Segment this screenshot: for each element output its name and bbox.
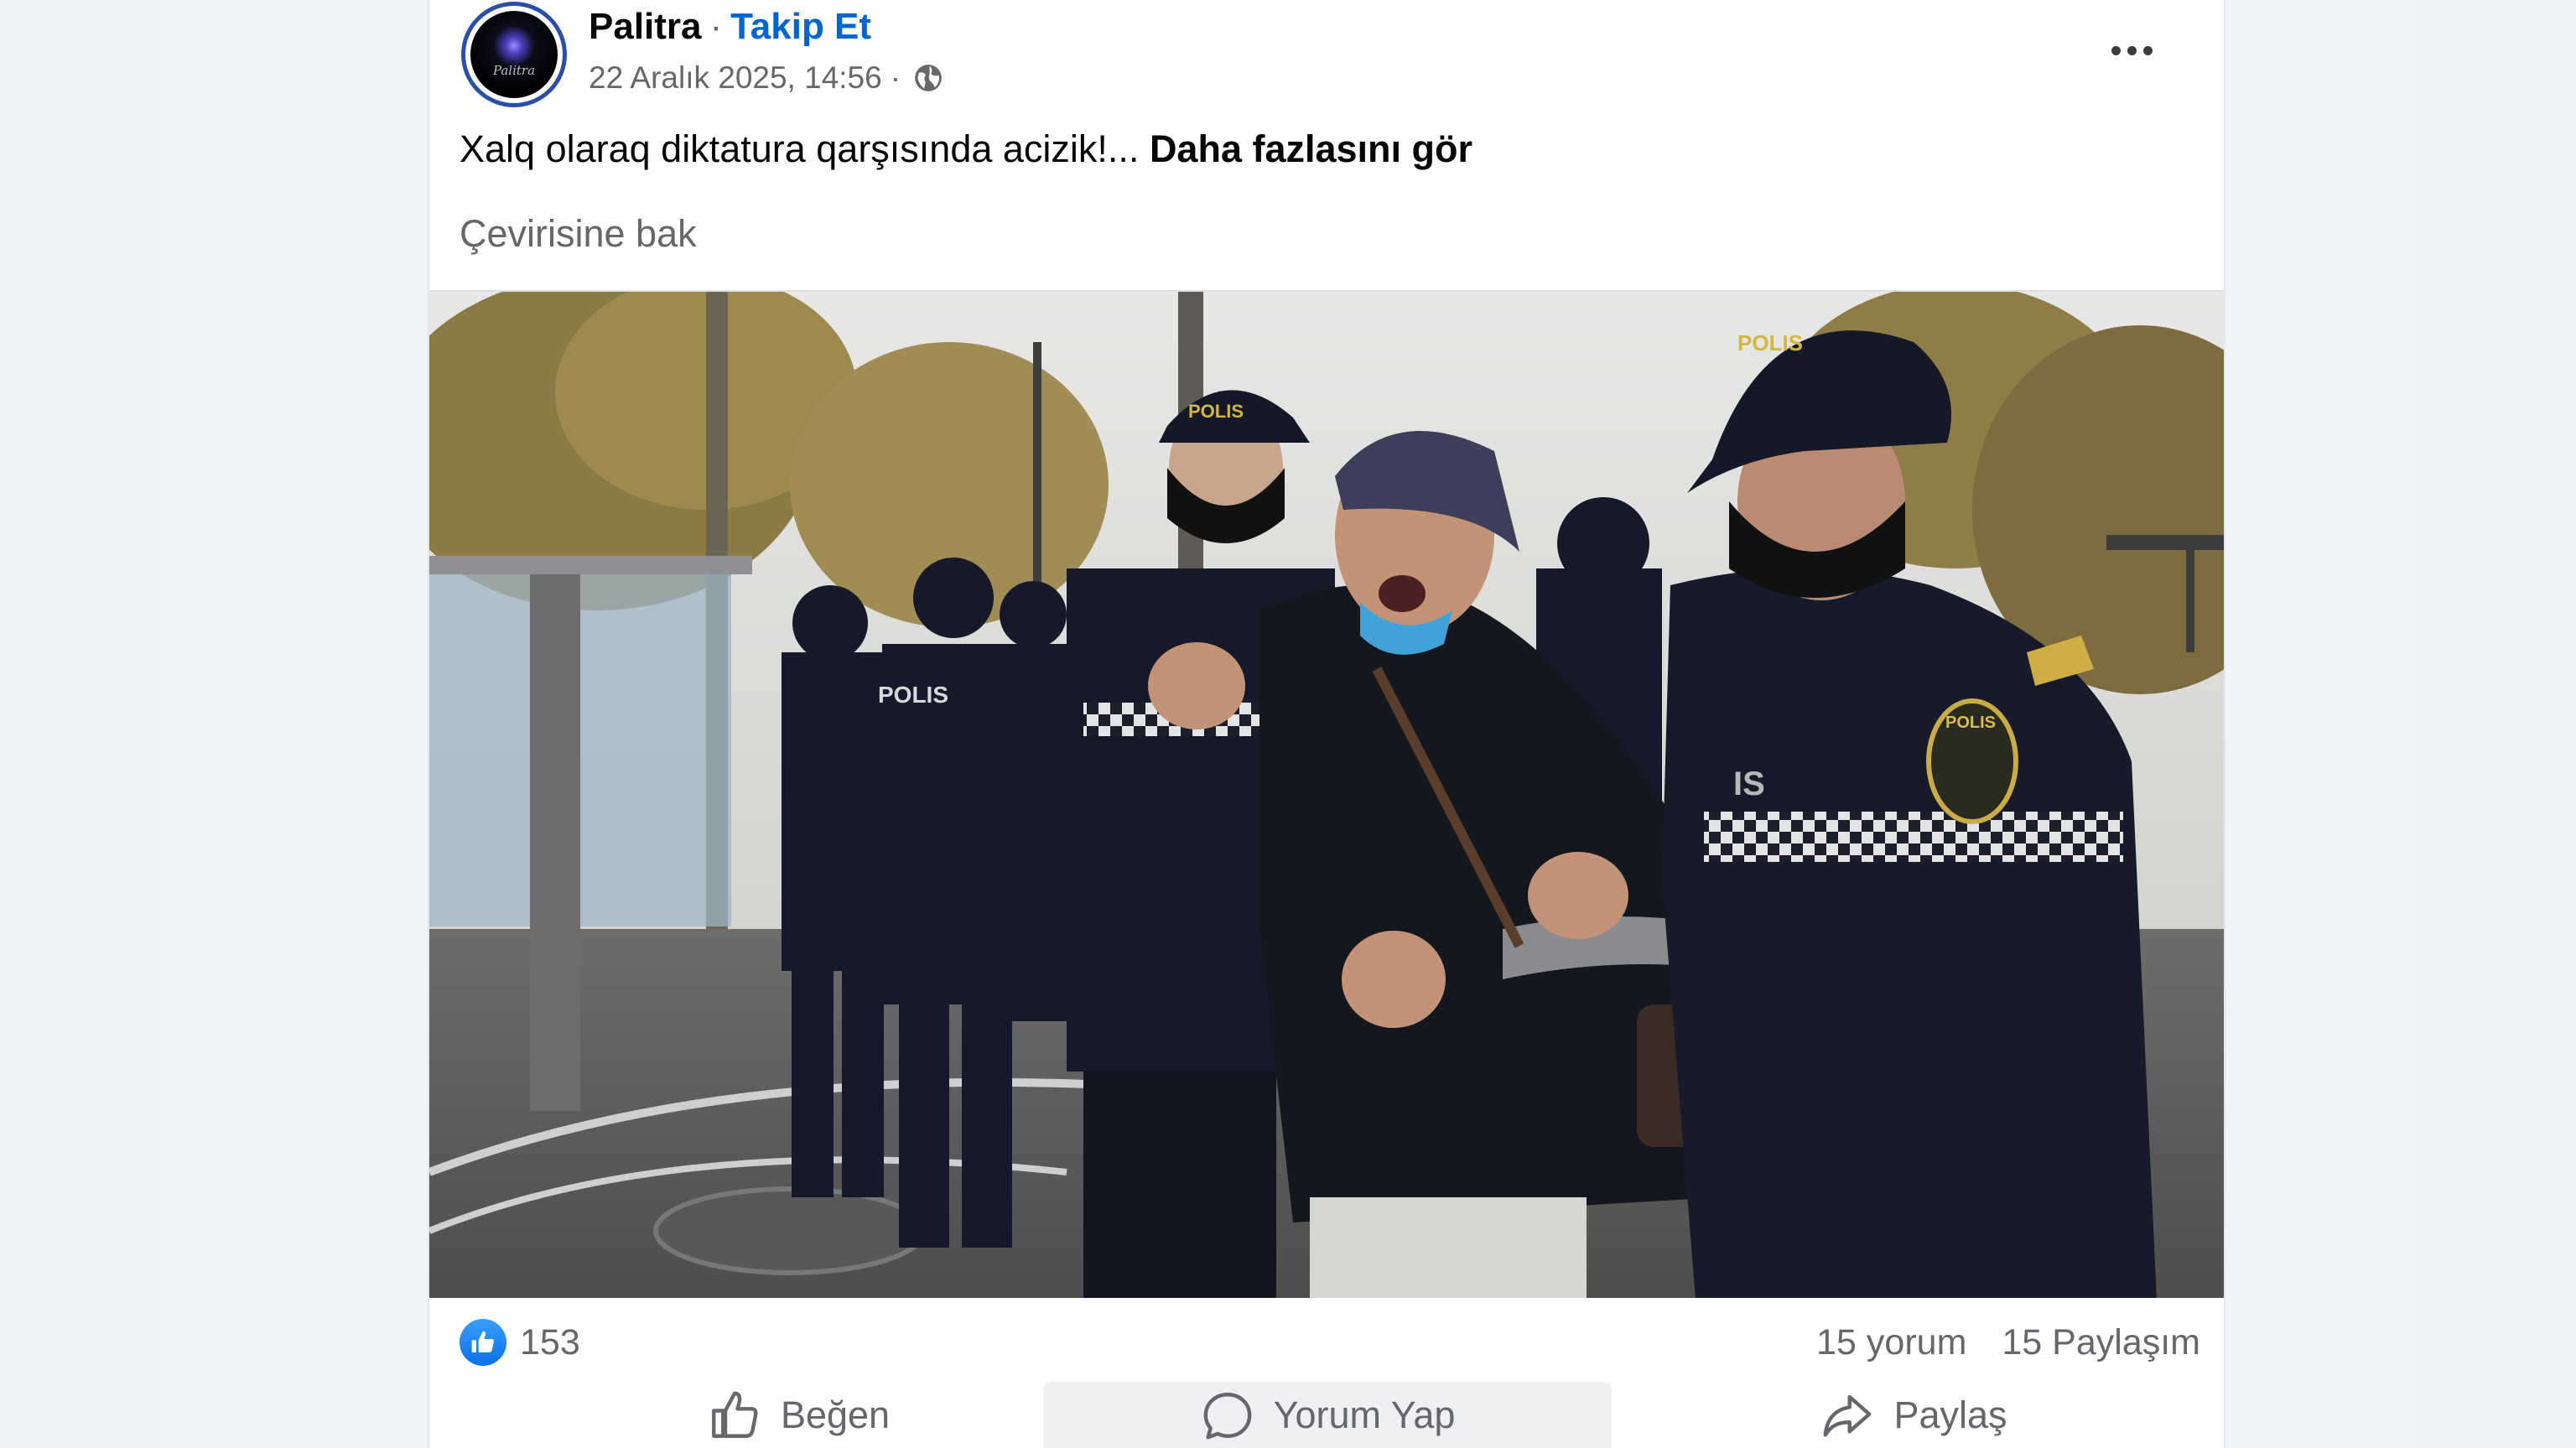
photo-illustration: POLIS POLIS POLIS IS POLIS xyxy=(429,292,2224,1298)
like-reaction-icon xyxy=(460,1319,506,1366)
reactions-summary: 153 15 yorum 15 Paylaşım xyxy=(460,1313,2204,1372)
more-options-button[interactable] xyxy=(2098,23,2165,77)
post-photo[interactable]: POLIS POLIS POLIS IS POLIS xyxy=(429,290,2224,1298)
see-translation-link[interactable]: Çevirisine bak xyxy=(460,212,697,256)
post-meta: 22 Aralık 2025, 14:56 · xyxy=(589,59,944,97)
avatar-image: Palitra xyxy=(470,11,558,98)
comment-button[interactable]: Yorum Yap xyxy=(1043,1382,1612,1448)
comment-icon xyxy=(1203,1392,1251,1439)
share-count[interactable]: 15 Paylaşım xyxy=(2002,1322,2200,1363)
post-header: Palitra · Takip Et xyxy=(589,5,871,49)
thumbs-up-icon xyxy=(711,1391,758,1438)
avatar-logo-text: Palitra xyxy=(492,63,536,78)
comment-label: Yorum Yap xyxy=(1273,1393,1456,1436)
post-text: Xalq olaraq diktatura qarşısında acizik!… xyxy=(460,127,1472,171)
photo-patch-cap: POLIS xyxy=(1737,330,1803,356)
post-actions: Beğen Yorum Yap Paylaş xyxy=(429,1382,2224,1448)
share-arrow-icon xyxy=(1824,1394,1872,1437)
photo-patch-chest: IS xyxy=(1733,766,1765,802)
reactions-right: 15 yorum 15 Paylaşım xyxy=(1816,1322,2204,1363)
post-body: Xalq olaraq diktatura qarşısında acizik!… xyxy=(460,127,1140,170)
post-timestamp[interactable]: 22 Aralık 2025, 14:56 xyxy=(589,60,882,96)
share-button[interactable]: Paylaş xyxy=(1737,1382,2090,1448)
comment-count[interactable]: 15 yorum xyxy=(1816,1322,1966,1363)
photo-patch-left: POLIS xyxy=(878,682,948,708)
photo-patch-center: POLIS xyxy=(1188,401,1244,422)
see-more-link[interactable]: Daha fazlasını gör xyxy=(1150,127,1472,170)
meta-separator: · xyxy=(890,60,901,95)
author-name[interactable]: Palitra xyxy=(589,6,702,48)
like-label: Beğen xyxy=(780,1393,891,1436)
more-options-icon xyxy=(2111,45,2121,55)
like-button[interactable]: Beğen xyxy=(622,1382,974,1448)
globe-icon xyxy=(915,65,942,91)
follow-button[interactable]: Takip Et xyxy=(730,6,871,48)
post-card: Palitra Palitra · Takip Et 22 Aralık 202… xyxy=(428,0,2225,1448)
author-avatar[interactable]: Palitra xyxy=(461,2,567,107)
separator-dot: · xyxy=(709,6,723,47)
share-label: Paylaş xyxy=(1893,1393,2007,1436)
reactions-left[interactable]: 153 xyxy=(460,1319,580,1366)
photo-patch-badge: POLIS xyxy=(1945,714,1996,732)
like-count[interactable]: 153 xyxy=(520,1322,580,1363)
